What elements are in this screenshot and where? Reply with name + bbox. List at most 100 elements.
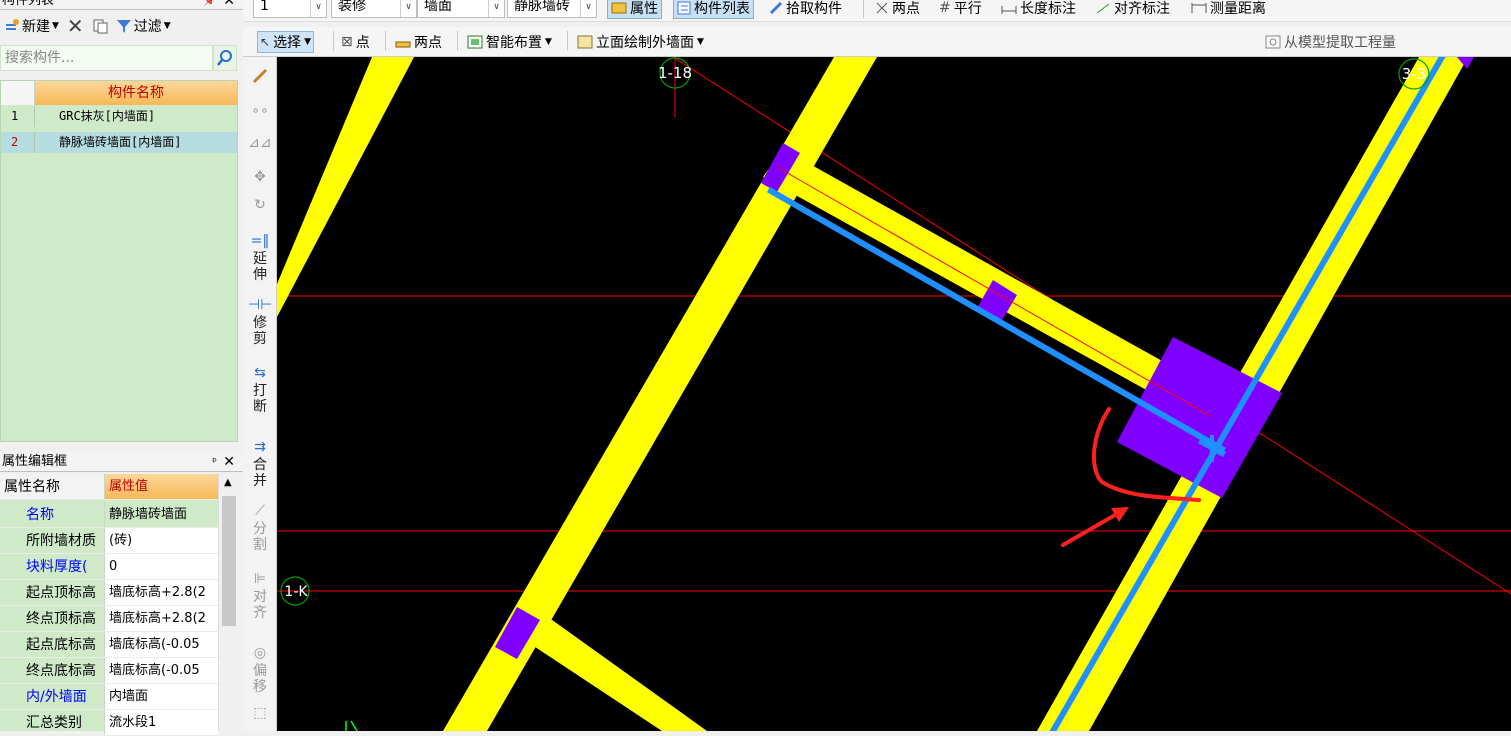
property-table: 属性名称 属性值 名称 静脉墙砖墙面 所附墙材质 (砖) 块料厚度( 0 起点顶… <box>0 474 238 736</box>
property-name: 起点顶标高 <box>26 585 96 601</box>
property-value[interactable]: 墙底标高+2.8(2 <box>104 606 218 631</box>
category-select[interactable]: 装修 ∨ <box>331 0 417 18</box>
property-button[interactable]: 属性 <box>607 0 662 19</box>
move-tool-button[interactable]: ✥ <box>248 169 272 185</box>
property-row[interactable]: 终点顶标高 墙底标高+2.8(2 <box>0 606 218 632</box>
property-row[interactable]: 内/外墙面 内墙面 <box>0 684 218 710</box>
trim-tool-button[interactable]: ⊣⊢ 修剪 <box>248 297 272 347</box>
chevron-down-icon: ∨ <box>400 0 416 17</box>
wall-junctions <box>495 57 1474 659</box>
property-name: 终点底标高 <box>26 663 96 679</box>
point-draw-button[interactable]: ⊠ 点 <box>341 31 370 53</box>
property-row[interactable]: 所附墙材质 (砖) <box>0 528 218 554</box>
property-value[interactable]: 墙底标高(-0.05 <box>104 632 218 657</box>
property-value[interactable]: 静脉墙砖墙面 <box>104 502 218 527</box>
select-label: 选择 <box>273 35 302 51</box>
component-select[interactable]: 静脉墙砖 ∨ <box>507 0 597 18</box>
two-point-draw-button[interactable]: 两点 <box>395 31 442 53</box>
chevron-down-icon: ∨ <box>580 0 596 17</box>
copy-button[interactable] <box>90 18 110 34</box>
smart-layout-icon <box>467 35 483 49</box>
component-row[interactable]: 1 GRC抹灰[内墙面] <box>1 106 237 127</box>
extract-quantity-button[interactable]: 从模型提取工程量 <box>1265 31 1396 53</box>
property-row[interactable]: 汇总类别 流水段1 <box>0 710 218 736</box>
trim-icon: ⊣⊢ <box>248 297 273 313</box>
pen-tool-button[interactable] <box>248 67 272 87</box>
two-point-draw-label: 两点 <box>414 35 442 51</box>
property-row[interactable]: 起点底标高 墙底标高(-0.05 <box>0 632 218 658</box>
property-row[interactable]: 终点底标高 墙底标高(-0.05 <box>0 658 218 684</box>
break-tool-button[interactable]: ⇆ 打断 <box>248 365 272 415</box>
measure-distance-button[interactable]: 测量距离 <box>1191 0 1266 19</box>
break-icon: ⇆ <box>254 365 266 381</box>
close-icon[interactable]: ✕ <box>223 452 235 471</box>
pick-icon <box>769 1 783 15</box>
property-value[interactable]: 内墙面 <box>104 684 218 709</box>
component-table-header: 构件名称 <box>1 81 237 105</box>
length-dim-button[interactable]: 长度标注 <box>1001 0 1076 19</box>
new-component-button[interactable]: 新建 ▼ <box>2 16 61 36</box>
main-toolbar: 1 ∨ 装修 ∨ 墙面 ∨ 静脉墙砖 ∨ 属性 构件列表 拾取构件 两点 # 平… <box>243 0 1511 22</box>
type-select[interactable]: 墙面 ∨ <box>417 0 505 18</box>
property-name: 内/外墙面 <box>26 689 87 705</box>
filter-button[interactable]: 过滤 ▼ <box>114 16 173 36</box>
split-tool-button[interactable]: ⟋ 分割 <box>248 503 272 553</box>
scrollbar-thumb[interactable] <box>222 496 236 626</box>
property-scrollbar[interactable]: ▲ <box>218 474 238 731</box>
select-button[interactable]: ↖ 选择 ▼ <box>257 31 314 53</box>
property-value-column: 属性值 <box>104 474 218 499</box>
property-row[interactable]: 名称 静脉墙砖墙面 <box>0 502 218 528</box>
offset-label: 偏移 <box>253 663 267 695</box>
drawing-canvas[interactable]: 1-18 3-3 1-K <box>277 57 1511 731</box>
pick-component-button[interactable]: 拾取构件 <box>769 0 842 19</box>
floor-select[interactable]: 1 ∨ <box>253 0 327 18</box>
offset-tool-button[interactable]: ◎ 偏移 <box>248 645 272 695</box>
floor-select-value: 1 <box>260 0 269 14</box>
property-name: 汇总类别 <box>26 715 82 731</box>
component-list-label: 构件列表 <box>694 1 750 17</box>
property-value[interactable]: 墙底标高+2.8(2 <box>104 580 218 605</box>
pin-icon[interactable]: 📌 <box>203 0 217 9</box>
component-table: 构件名称 1 GRC抹灰[内墙面] 2 静脉墙砖墙面[内墙面] <box>0 80 238 442</box>
scroll-up-icon[interactable]: ▲ <box>224 477 232 488</box>
pick-component-label: 拾取构件 <box>786 1 842 17</box>
two-point-axis-button[interactable]: 两点 <box>875 0 920 19</box>
close-icon[interactable]: ✕ <box>223 0 235 9</box>
extend-tool-button[interactable]: =‖ 延伸 <box>248 233 272 283</box>
property-row[interactable]: 起点顶标高 墙底标高+2.8(2 <box>0 580 218 606</box>
property-value[interactable]: 墙底标高(-0.05 <box>104 658 218 683</box>
property-name: 起点底标高 <box>26 637 96 653</box>
component-search-input[interactable]: 搜索构件... <box>0 45 213 71</box>
merge-tool-button[interactable]: ⇉ 合并 <box>248 439 272 489</box>
copy-tool-button[interactable]: ∘∘ <box>248 103 272 119</box>
align-tool-button[interactable]: ⊫ 对齐 <box>248 571 272 621</box>
search-button[interactable] <box>213 45 237 71</box>
separator <box>385 31 386 51</box>
property-value[interactable]: (砖) <box>104 528 218 553</box>
delete-button[interactable]: ✕ <box>65 14 86 38</box>
elevation-draw-button[interactable]: 立面绘制外墙面 ▼ <box>577 31 704 53</box>
new-component-label: 新建 <box>22 19 50 35</box>
drawing-svg[interactable]: 1-18 3-3 1-K <box>277 57 1511 731</box>
component-list-button[interactable]: 构件列表 <box>673 0 754 19</box>
rotate-tool-button[interactable]: ↻ <box>248 197 272 213</box>
property-row[interactable]: 块料厚度( 0 <box>0 554 218 580</box>
extract-icon <box>1265 35 1281 49</box>
edit-tool-strip: ∘∘ ⊿⊿ ✥ ↻ =‖ 延伸 ⊣⊢ 修剪 ⇆ 打断 ⇉ 合并 ⟋ 分割 ⊫ 对… <box>243 57 277 731</box>
component-row-selected[interactable]: 2 静脉墙砖墙面[内墙面] <box>1 132 237 153</box>
more-tool-button[interactable]: ⬚ <box>248 705 272 721</box>
component-name: 静脉墙砖墙面[内墙面] <box>59 135 182 149</box>
mirror-tool-button[interactable]: ⊿⊿ <box>248 135 272 151</box>
component-name-column: 构件名称 <box>35 81 237 105</box>
row-number: 1 <box>1 106 35 127</box>
smart-layout-button[interactable]: 智能布置 ▼ <box>467 31 552 53</box>
rotate-icon: ↻ <box>254 197 266 213</box>
property-name: 所附墙材质 <box>26 533 96 549</box>
pen-icon <box>252 68 268 84</box>
property-value[interactable]: 0 <box>104 554 218 579</box>
align-dim-button[interactable]: 对齐标注 <box>1095 0 1170 19</box>
parallel-button[interactable]: # 平行 <box>939 0 982 19</box>
search-icon <box>217 50 232 66</box>
pin-icon[interactable]: ᵖ <box>212 452 217 471</box>
property-value[interactable]: 流水段1 <box>104 710 218 735</box>
